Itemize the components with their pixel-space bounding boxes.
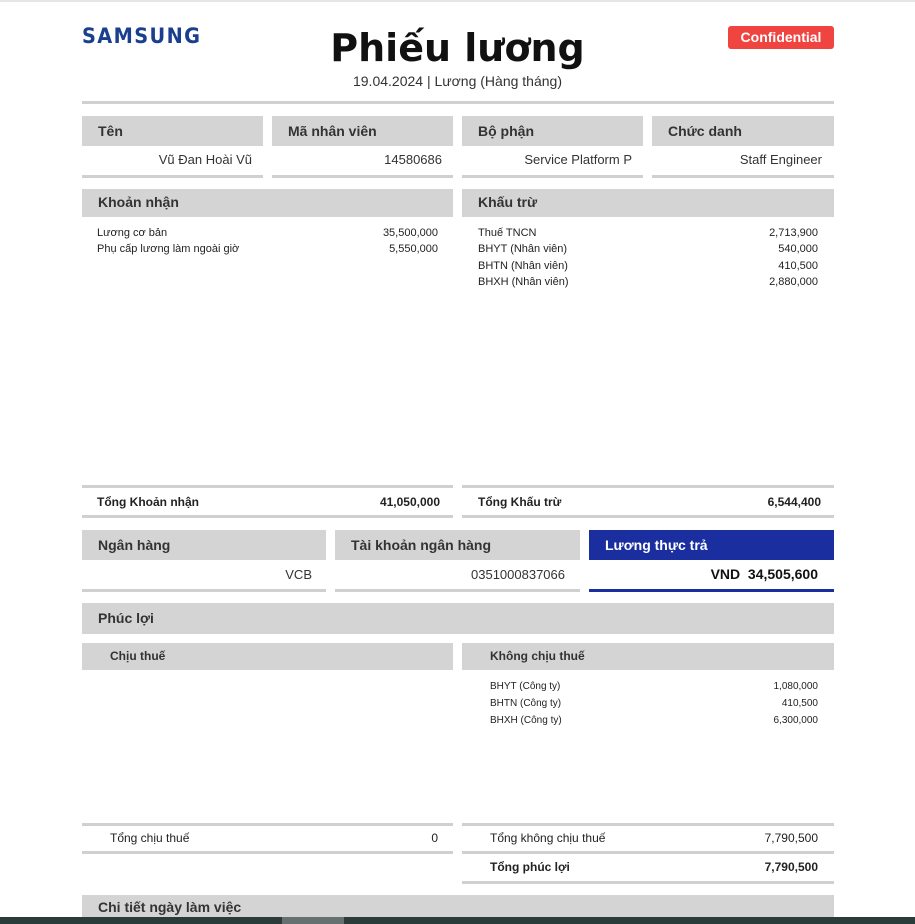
benefit-value: 1,080,000	[773, 681, 819, 692]
benefit-label: BHTN (Công ty)	[490, 698, 562, 709]
divider	[272, 175, 453, 178]
nontaxable-total: 7,790,500	[764, 831, 818, 845]
divider	[462, 485, 834, 488]
deduction-label: BHXH (Nhân viên)	[478, 276, 569, 288]
net-pay-amount: VND 34,505,600	[589, 566, 818, 582]
earnings-header: Khoản nhận	[82, 189, 453, 217]
deduction-label: BHYT (Nhân viên)	[478, 243, 568, 255]
deduction-label: BHTN (Nhân viên)	[478, 260, 568, 272]
divider	[82, 515, 453, 518]
bank-header: Ngân hàng	[82, 530, 326, 560]
employee-id: 14580686	[384, 152, 442, 167]
earning-label: Lương cơ bản	[97, 227, 168, 239]
earnings-total-label: Tổng Khoản nhận	[97, 495, 199, 509]
deduction-label: Thuế TNCN	[478, 227, 537, 239]
deductions-header: Khấu trừ	[462, 189, 834, 217]
taxable-total: 0	[431, 831, 438, 845]
deduction-value: 2,713,900	[769, 227, 818, 239]
net-pay-underline	[589, 589, 834, 592]
divider	[462, 515, 834, 518]
deductions-total: 6,544,400	[767, 495, 821, 509]
benefit-value: 6,300,000	[773, 715, 819, 726]
divider	[652, 175, 834, 178]
divider	[82, 485, 453, 488]
divider	[335, 589, 580, 592]
divider	[462, 175, 643, 178]
bank-name: VCB	[285, 567, 312, 582]
taskbar	[0, 917, 915, 924]
divider	[82, 851, 453, 854]
employee-name: Vũ Đan Hoài Vũ	[158, 152, 252, 167]
net-pay-value: 34,505,600	[747, 566, 818, 582]
employee-department: Service Platform P	[524, 152, 632, 167]
confidential-badge: Confidential	[728, 26, 834, 49]
deduction-value: 540,000	[778, 243, 818, 255]
bank-account-header: Tài khoản ngân hàng	[335, 530, 580, 560]
divider	[462, 881, 834, 884]
divider	[462, 823, 834, 826]
benefits-header: Phúc lợi	[82, 603, 834, 634]
benefit-label: BHYT (Công ty)	[490, 681, 561, 692]
deduction-value: 410,500	[778, 260, 818, 272]
nontaxable-total-label: Tổng không chịu thuế	[490, 831, 606, 845]
divider	[82, 823, 453, 826]
nontaxable-header: Không chịu thuế	[462, 643, 834, 670]
benefits-total-label: Tổng phúc lợi	[490, 860, 570, 874]
taxable-total-label: Tổng chịu thuế	[110, 831, 190, 845]
divider	[82, 175, 263, 178]
earnings-total: 41,050,000	[379, 495, 440, 509]
earning-value: 5,550,000	[389, 243, 438, 255]
divider	[82, 589, 326, 592]
employee-id-header: Mã nhân viên	[272, 116, 453, 146]
page-subtitle: 19.04.2024 | Lương (Hàng tháng)	[352, 73, 562, 89]
taskbar-item[interactable]	[282, 917, 344, 924]
taxable-header: Chịu thuế	[82, 643, 453, 670]
net-pay-header: Lương thực trả	[589, 530, 834, 560]
benefit-value: 410,500	[781, 698, 818, 709]
benefit-label: BHXH (Công ty)	[490, 715, 562, 726]
header-divider	[82, 101, 834, 104]
benefits-total: 7,790,500	[764, 860, 818, 874]
deduction-value: 2,880,000	[769, 276, 818, 288]
divider	[462, 851, 834, 854]
deductions-total-label: Tổng Khấu trừ	[478, 495, 562, 509]
department-header: Bộ phận	[462, 116, 643, 146]
net-pay-currency: VND	[710, 566, 741, 582]
top-border	[0, 0, 915, 2]
earning-label: Phụ cấp lương làm ngoài giờ	[97, 243, 240, 255]
employee-job-title: Staff Engineer	[739, 152, 822, 167]
earning-value: 35,500,000	[382, 227, 438, 239]
job-title-header: Chức danh	[652, 116, 834, 146]
bank-account-number: 0351000837066	[471, 567, 565, 582]
name-header: Tên	[82, 116, 263, 146]
